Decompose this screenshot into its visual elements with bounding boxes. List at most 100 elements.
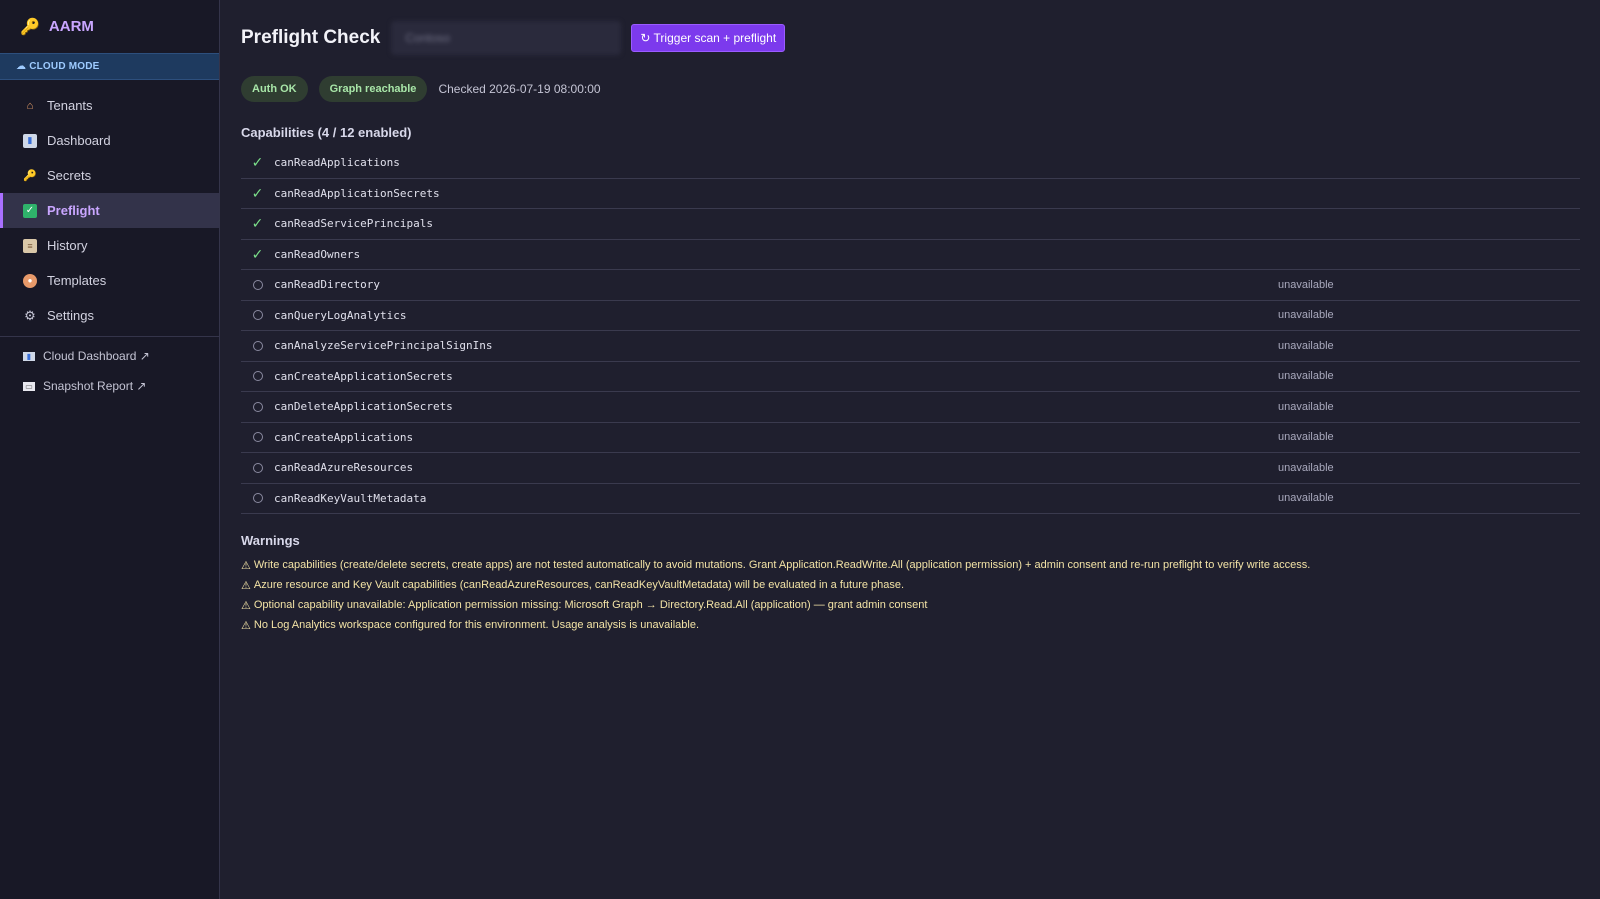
table-row: ✓ canReadOwners (241, 240, 1580, 270)
tenant-select[interactable]: Contoso (391, 20, 622, 55)
table-row: canAnalyzeServicePrincipalSignIns unavail… (241, 331, 1580, 362)
house-icon: ⌂ (26, 99, 34, 112)
circle-icon (241, 371, 274, 382)
sidebar-item-label: Dashboard (47, 133, 111, 148)
check-icon: ✓ (251, 184, 264, 201)
capability-name: canReadOwners (274, 247, 361, 261)
sidebar-item-templates[interactable]: ● Templates (0, 263, 219, 298)
circle-icon (241, 493, 274, 504)
sidebar-item-label: Tenants (47, 98, 93, 113)
warning-text: Write capabilities (create/delete secret… (253, 559, 1311, 571)
sidebar-nav: ⌂ Tenants ▮ Dashboard 🔑 Secrets ✓ Prefli… (0, 88, 219, 333)
key-icon: 🔑 (20, 18, 40, 36)
circle-icon (252, 401, 263, 412)
capability-name: canReadApplications (274, 156, 400, 170)
sidebar-item-label: History (47, 238, 88, 253)
app-name: AARM (48, 18, 94, 35)
capability-state: unavailable (1278, 400, 1334, 413)
circle-icon (241, 279, 274, 290)
capability-state: unavailable (1278, 339, 1334, 352)
warning-icon: ⚠ (241, 599, 251, 612)
capability-name: canReadAzureResources (274, 461, 414, 475)
table-row: canReadDirectory unavailable (241, 270, 1580, 301)
check-icon: ✓ (251, 245, 264, 262)
capability-name: canDeleteApplicationSecrets (274, 400, 453, 414)
capability-state: unavailable (1278, 431, 1334, 444)
clipboard-icon: ≡ (23, 238, 37, 253)
cloud-mode-banner: ☁ CLOUD MODE (0, 53, 219, 80)
warning-text: Azure resource and Key Vault capabilitie… (253, 579, 905, 591)
warning-icon: ⚠ (241, 619, 251, 632)
table-row: canCreateApplications unavailable (241, 423, 1580, 453)
sidebar-item-tenants[interactable]: ⌂ Tenants (0, 88, 219, 123)
chart-icon: ▮ (23, 133, 37, 148)
chart-icon: ▮ (23, 351, 35, 361)
sidebar-item-label: Templates (47, 273, 107, 288)
warnings-list: ⚠ Write capabilities (create/delete secre… (241, 555, 1580, 635)
warning-item: ⚠ Azure resource and Key Vault capabiliti… (241, 575, 1580, 595)
gear-icon: ⚙ (24, 307, 36, 323)
warning-text: Optional capability unavailable: Applica… (253, 599, 928, 611)
capability-name: canAnalyzeServicePrincipalSignIns (274, 339, 493, 353)
mode-label: CLOUD MODE (29, 61, 100, 72)
circle-icon (241, 401, 274, 412)
palette-icon: ● (23, 273, 37, 288)
check-icon: ✓ (241, 215, 274, 232)
checked-timestamp: Checked 2026-07-19 08:00:00 (438, 81, 601, 96)
capability-name: canCreateApplicationSecrets (274, 369, 453, 383)
circle-icon (252, 371, 263, 382)
page-title: Preflight Check (241, 26, 381, 48)
table-row: ✓ canReadApplicationSecrets (241, 179, 1580, 209)
sidebar-item-label: Secrets (47, 168, 92, 183)
sidebar-item-dashboard[interactable]: ▮ Dashboard (0, 123, 219, 158)
auth-ok-badge: Auth OK (241, 75, 308, 102)
sidebar-item-history[interactable]: ≡ History (0, 228, 219, 263)
sidebar-item-secrets[interactable]: 🔑 Secrets (0, 158, 219, 193)
circle-icon (252, 279, 263, 290)
capability-state: unavailable (1278, 370, 1334, 383)
capability-state: unavailable (1278, 461, 1334, 474)
circle-icon (252, 340, 263, 351)
cloud-icon: ☁ (16, 61, 27, 72)
capability-state: unavailable (1278, 492, 1334, 505)
sidebar-item-preflight[interactable]: ✓ Preflight (0, 193, 219, 228)
circle-icon (252, 462, 263, 473)
main-content: Preflight Check Contoso ↻ Trigger scan +… (241, 0, 1580, 635)
tenant-select-value: Contoso (405, 30, 451, 45)
capabilities-title: Capabilities (4 / 12 enabled) (241, 125, 412, 140)
capability-name: canReadDirectory (274, 278, 380, 292)
trigger-scan-button[interactable]: ↻ Trigger scan + preflight (631, 23, 786, 52)
check-icon: ✓ (251, 215, 264, 232)
table-row: canReadAzureResources unavailable (241, 453, 1580, 484)
warning-item: ⚠ Write capabilities (create/delete secre… (241, 555, 1580, 575)
checkbox-icon: ✓ (23, 203, 37, 218)
link-label: Cloud Dashboard ↗ (43, 349, 150, 363)
cloud-dashboard-link[interactable]: ▮ Cloud Dashboard ↗ (0, 341, 219, 371)
document-icon: ▭ (23, 381, 35, 391)
app-brand[interactable]: 🔑 AARM (0, 0, 219, 53)
warning-text: No Log Analytics workspace configured fo… (253, 619, 699, 631)
warnings-title: Warnings (241, 533, 300, 548)
warning-item: ⚠ No Log Analytics workspace configured f… (241, 615, 1580, 635)
snapshot-report-link[interactable]: ▭ Snapshot Report ↗ (0, 371, 219, 401)
capability-state: unavailable (1278, 309, 1334, 322)
table-row: ✓ canReadApplications (241, 148, 1580, 179)
warning-icon: ⚠ (241, 579, 251, 592)
status-row: Auth OK Graph reachable Checked 2026-07-… (241, 75, 1580, 102)
sidebar-item-label: Preflight (47, 203, 100, 218)
circle-icon (252, 432, 263, 443)
sidebar-divider (0, 336, 219, 337)
check-icon: ✓ (251, 154, 264, 171)
circle-icon (252, 310, 263, 321)
circle-icon (252, 493, 263, 504)
sidebar-item-settings[interactable]: ⚙ Settings (0, 298, 219, 333)
table-row: canQueryLogAnalytics unavailable (241, 301, 1580, 331)
page-header: Preflight Check Contoso ↻ Trigger scan +… (241, 0, 1580, 75)
capability-name: canReadApplicationSecrets (274, 186, 440, 200)
circle-icon (241, 340, 274, 351)
capability-state: unavailable (1278, 278, 1334, 291)
warning-icon: ⚠ (241, 559, 251, 572)
key-icon: 🔑 (23, 170, 37, 182)
capability-name: canReadKeyVaultMetadata (274, 491, 427, 505)
sidebar: 🔑 AARM ☁ CLOUD MODE ⌂ Tenants ▮ Dashboar… (0, 0, 220, 899)
